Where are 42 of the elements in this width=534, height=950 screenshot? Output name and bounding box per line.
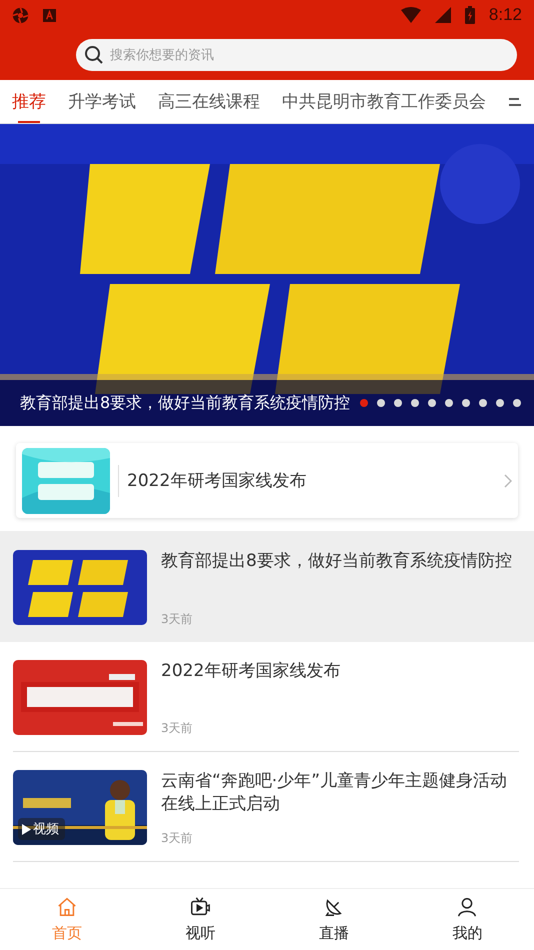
article-title: 2022年研考国家线发布 (161, 660, 342, 683)
carousel-dot[interactable] (360, 399, 368, 407)
article-title: 教育部提出8要求，做好当前教育系统疫情防控 (161, 550, 513, 573)
search-field[interactable]: 搜索你想要的资讯 (76, 39, 517, 71)
carousel-dot[interactable] (479, 399, 488, 407)
chevron-right-icon (504, 474, 512, 488)
carousel-dot[interactable] (377, 399, 386, 407)
battery-icon (464, 6, 475, 24)
signal-icon (434, 7, 451, 23)
app-logo-icon (12, 6, 29, 24)
article-title: 云南省“奔跑吧·少年”儿童青少年主题健身活动在线上正式启动 (161, 770, 508, 816)
category-tab[interactable]: 升学考试 (68, 80, 136, 123)
article-time: 3天前 (161, 830, 194, 847)
video-badge: 视频 (18, 818, 65, 840)
article-row[interactable]: 教育部提出8要求，做好当前教育系统疫情防控 3天前 (0, 532, 534, 642)
article-time: 3天前 (161, 611, 194, 628)
nav-tab[interactable]: 直播 (267, 889, 400, 950)
clock-time: 8:12 (488, 5, 522, 25)
carousel-dot[interactable] (496, 399, 504, 407)
nav-tab[interactable]: 我的 (400, 889, 534, 950)
banner-caption: 教育部提出8要求，做好当前教育系统疫情防控 (20, 392, 350, 414)
nav-tab[interactable]: 视听 (134, 889, 267, 950)
home-icon (56, 896, 78, 918)
carousel-dot[interactable] (394, 399, 402, 407)
wifi-icon (400, 7, 421, 23)
carousel-dot[interactable] (428, 399, 436, 407)
notice-card[interactable]: 2022年研考国家线发布 (16, 443, 518, 518)
carousel-dot[interactable] (462, 399, 470, 407)
app-icon (43, 8, 56, 22)
carousel-dot[interactable] (513, 399, 522, 407)
notice-text: 2022年研考国家线发布 (127, 470, 308, 492)
category-tab[interactable]: 高三在线课程 (158, 80, 260, 123)
play-icon (22, 824, 31, 834)
category-tab[interactable]: 中共昆明市教育工作委员会 (282, 80, 486, 123)
carousel-dot[interactable] (411, 399, 420, 407)
carousel-dot[interactable] (445, 399, 454, 407)
search-icon (84, 45, 104, 65)
category-tab[interactable]: 推荐 (12, 80, 46, 123)
user-icon (456, 896, 478, 918)
menu-icon[interactable] (508, 96, 522, 106)
video-icon (189, 896, 212, 918)
article-time: 3天前 (161, 720, 194, 737)
